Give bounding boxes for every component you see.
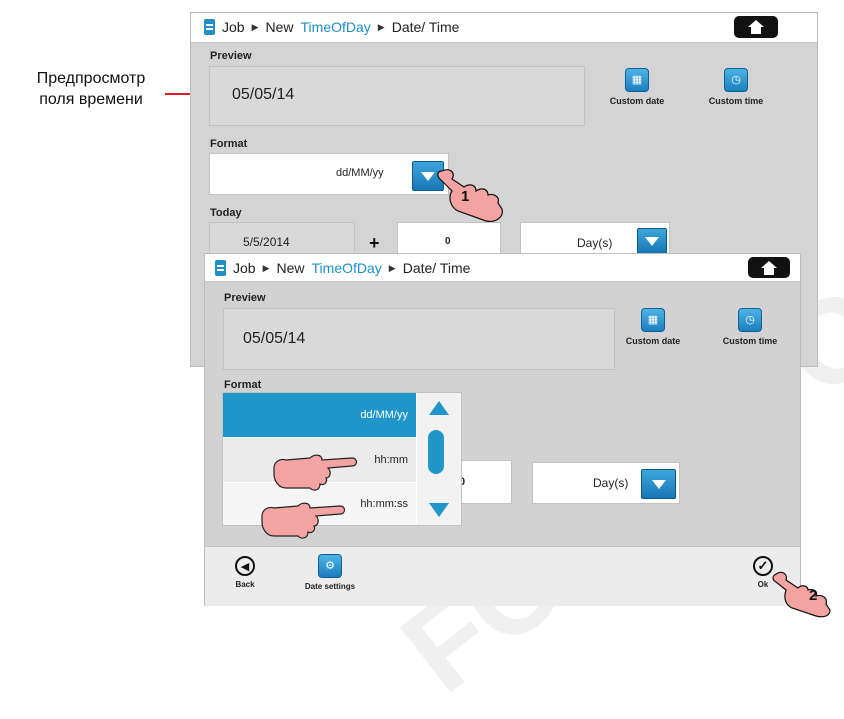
clock-icon: ◷ (724, 68, 748, 92)
format-label: Format (224, 379, 262, 391)
back-button[interactable]: ◀ Back (228, 556, 262, 589)
unit-dropdown-button[interactable] (641, 469, 676, 499)
annotation-line-2: поля времени (39, 91, 143, 108)
scroll-down-icon[interactable] (429, 503, 449, 517)
annotation-label: Предпросмотр поля времени (6, 68, 176, 110)
custom-date-button[interactable]: ▦ Custom date (615, 308, 691, 346)
date-settings-button[interactable]: ⚙ Date settings (290, 554, 370, 591)
screen-2-breadcrumb: Job ▶ New TimeOfDay ▶ Date/ Time (215, 260, 470, 276)
pointing-hand-icon (437, 169, 503, 222)
screen-1-breadcrumb: Job ▶ New TimeOfDay ▶ Date/ Time (204, 19, 459, 35)
format-option-selected[interactable]: dd/MM/yy (223, 393, 416, 437)
format-value: dd/MM/yy (336, 167, 384, 179)
crumb-new[interactable]: New (277, 260, 305, 276)
date-settings-label: Date settings (304, 582, 356, 591)
crumb-arrow-icon: ▶ (251, 21, 259, 32)
custom-date-label: Custom date (609, 96, 665, 106)
crumb-new[interactable]: New (266, 19, 294, 35)
calendar-icon: ▦ (625, 68, 649, 92)
settings-gear-icon: ⚙ (318, 554, 342, 578)
custom-date-button[interactable]: ▦ Custom date (601, 68, 673, 106)
callout-1: 1 (461, 188, 470, 205)
crumb-arrow-icon: ▶ (388, 262, 396, 273)
unit-value: Day(s) (577, 236, 613, 250)
scroll-up-icon[interactable] (429, 401, 449, 415)
pointing-hand-icon (261, 502, 346, 539)
calendar-icon: ▦ (641, 308, 665, 332)
crumb-arrow-icon: ▶ (377, 21, 385, 32)
pointing-hand-icon (273, 454, 358, 491)
document-icon (204, 19, 215, 35)
chevron-down-icon (651, 479, 666, 489)
scroll-thumb[interactable] (428, 430, 444, 474)
unit-dropdown-button[interactable] (637, 228, 667, 254)
custom-time-button[interactable]: ◷ Custom time (700, 68, 772, 106)
home-icon (748, 20, 764, 34)
crumb-module[interactable]: TimeOfDay (312, 260, 382, 276)
home-button[interactable] (734, 16, 778, 38)
custom-date-label: Custom date (625, 336, 681, 346)
custom-time-button[interactable]: ◷ Custom time (712, 308, 788, 346)
custom-time-label: Custom time (708, 96, 764, 106)
crumb-arrow-icon: ▶ (262, 262, 270, 273)
back-arrow-icon: ◀ (235, 556, 255, 576)
document-icon (215, 260, 226, 276)
annotation-line-1: Предпросмотр (36, 70, 146, 87)
offset-value: 0 (445, 236, 451, 247)
crumb-page: Date/ Time (402, 260, 471, 276)
chevron-down-icon (645, 236, 659, 246)
pointing-hand-icon (772, 571, 831, 618)
preview-value: 05/05/14 (243, 330, 306, 347)
preview-value: 05/05/14 (232, 86, 295, 103)
clock-icon: ◷ (738, 308, 762, 332)
today-value: 5/5/2014 (243, 235, 290, 249)
crumb-job[interactable]: Job (222, 19, 245, 35)
home-icon (761, 260, 777, 275)
home-button[interactable] (748, 257, 790, 278)
back-label: Back (235, 580, 255, 589)
custom-time-label: Custom time (722, 336, 778, 346)
unit-value: Day(s) (593, 476, 629, 490)
preview-label: Preview (224, 292, 266, 304)
today-label: Today (210, 207, 242, 219)
ok-label: Ok (757, 580, 769, 589)
crumb-job[interactable]: Job (233, 260, 256, 276)
callout-2: 2 (809, 587, 818, 604)
crumb-module[interactable]: TimeOfDay (301, 19, 371, 35)
preview-label: Preview (210, 50, 252, 62)
format-label: Format (210, 138, 248, 150)
crumb-page: Date/ Time (391, 19, 460, 35)
plus-sign: + (369, 233, 380, 253)
